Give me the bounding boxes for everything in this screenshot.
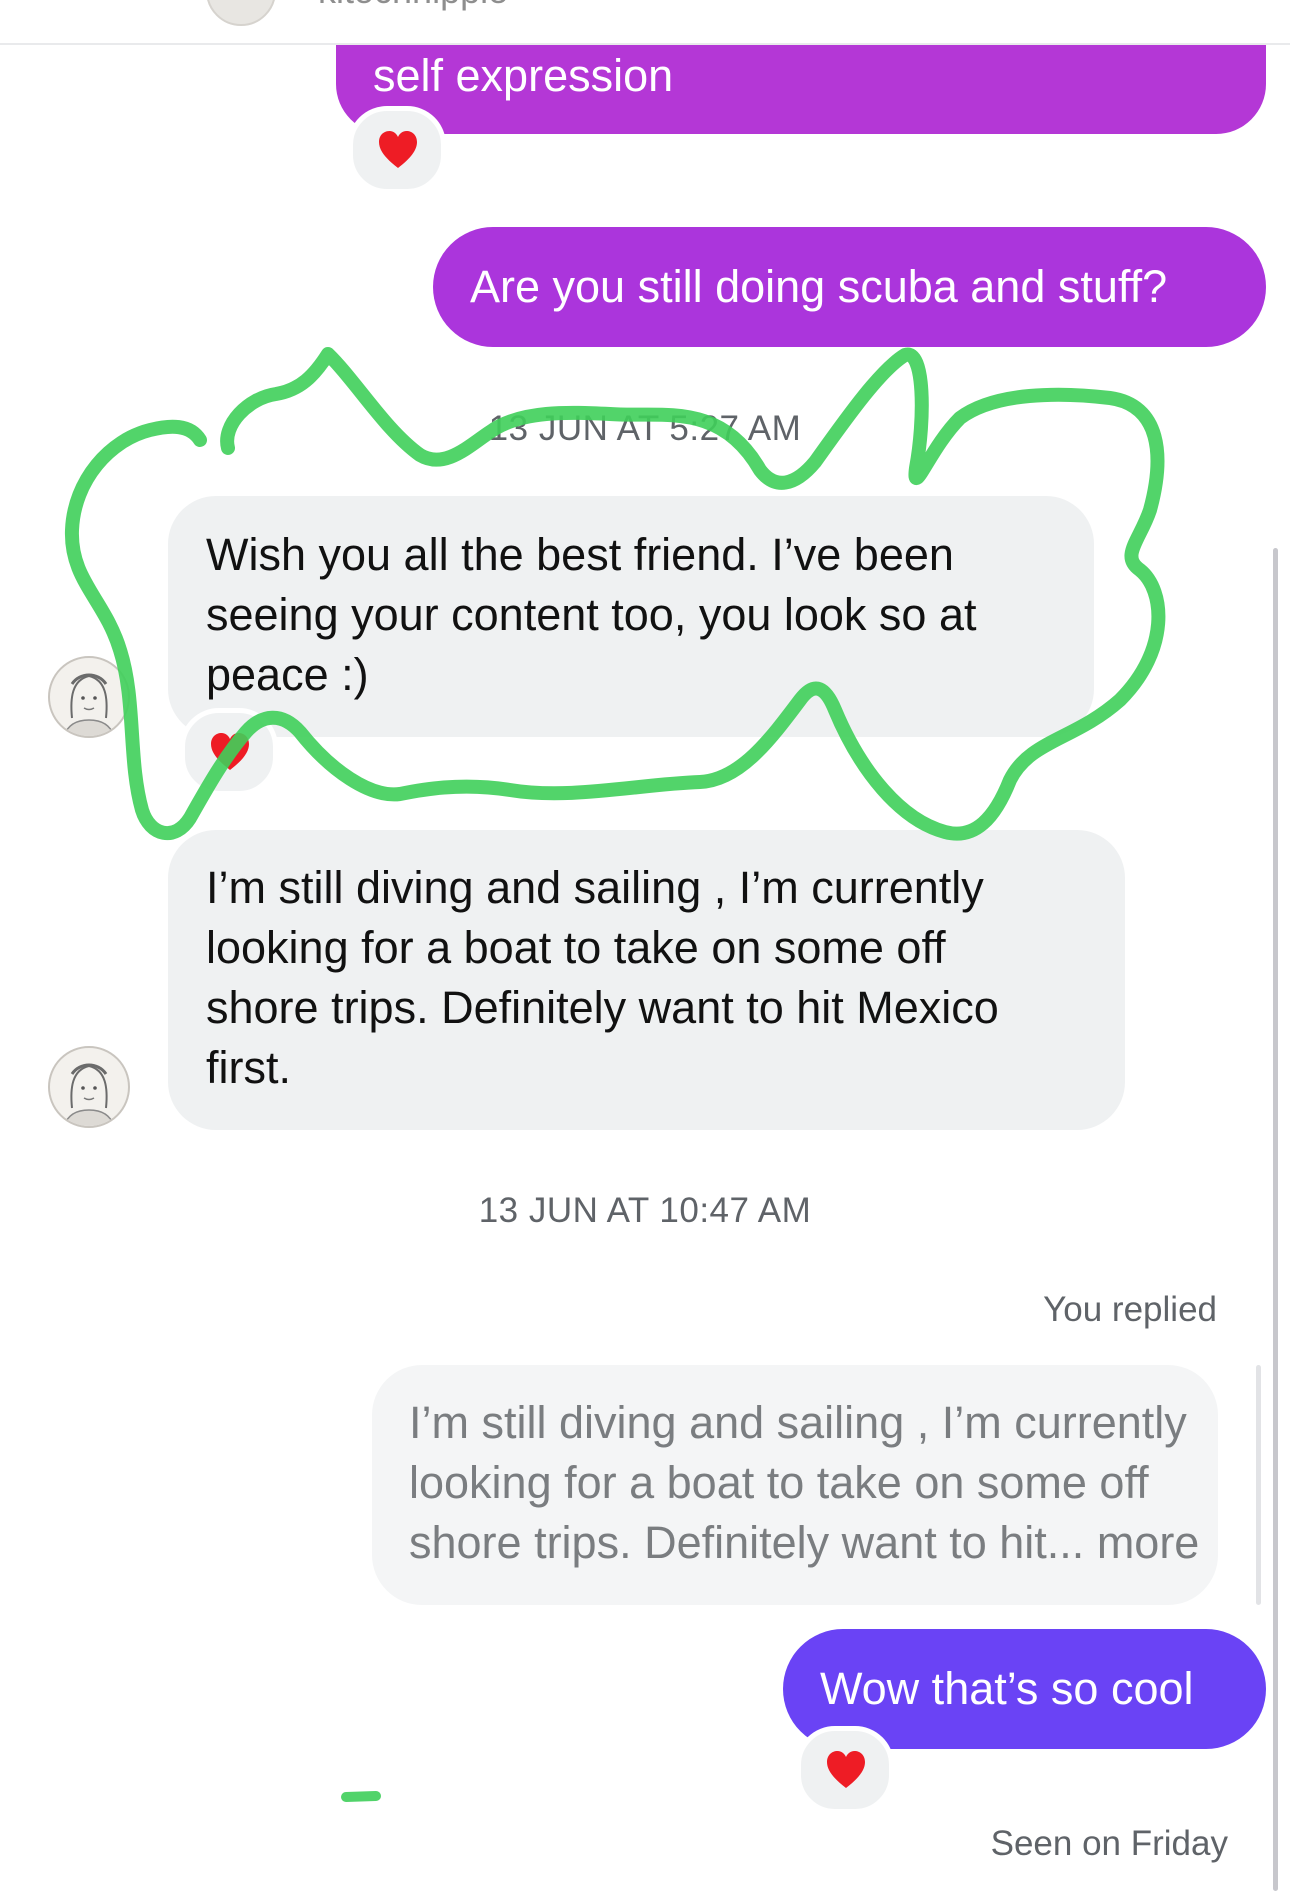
message-timestamp: 13 JUN AT 5:27 AM — [488, 409, 802, 448]
quoted-line: looking for a boat to take on some off — [409, 1457, 1149, 1508]
scrollbar[interactable] — [1273, 548, 1278, 1891]
quoted-line: I’m still diving and sailing , I’m curre… — [409, 1397, 1187, 1448]
message-line: seeing your content too, you look so at — [206, 589, 977, 640]
message-line: looking for a boat to take on some off — [206, 922, 946, 973]
chat-header: kitochhippie — [0, 0, 1290, 45]
message-reaction[interactable] — [180, 708, 278, 796]
message-text: self expression — [373, 50, 674, 101]
outgoing-message[interactable]: Are you still doing scuba and stuff? — [433, 227, 1266, 347]
secondary-scrollbar[interactable] — [1256, 1365, 1261, 1605]
message-reaction[interactable] — [348, 106, 446, 194]
message-timestamp: 13 JUN AT 10:47 AM — [478, 1191, 812, 1230]
contact-avatar[interactable] — [48, 1046, 130, 1128]
header-username[interactable]: kitochhippie — [318, 0, 508, 12]
reply-label: You replied — [1043, 1290, 1217, 1329]
header-avatar[interactable] — [206, 0, 276, 26]
contact-avatar[interactable] — [48, 656, 130, 738]
message-line: I’m still diving and sailing , I’m curre… — [206, 862, 984, 913]
message-line: shore trips. Definitely want to hit Mexi… — [206, 982, 999, 1033]
incoming-message[interactable]: I’m still diving and sailing , I’m curre… — [168, 830, 1125, 1130]
red-heart-icon — [827, 1751, 865, 1788]
quoted-truncated-text: shore trips. Definitely want to hit... — [409, 1517, 1085, 1568]
message-text: Wow that’s so cool — [820, 1663, 1194, 1714]
quoted-message[interactable]: I’m still diving and sailing , I’m curre… — [372, 1365, 1218, 1605]
incoming-message[interactable]: Wish you all the best friend. I’ve been … — [168, 496, 1094, 737]
seen-status: Seen on Friday — [990, 1824, 1228, 1863]
avatar-sketch-icon — [63, 673, 115, 736]
avatar-sketch-icon — [63, 1063, 115, 1126]
message-line: peace :) — [206, 649, 369, 700]
message-text: Are you still doing scuba and stuff? — [470, 261, 1168, 312]
red-heart-icon — [211, 733, 249, 770]
red-heart-icon — [379, 131, 417, 168]
message-line: first. — [206, 1042, 291, 1093]
message-line: Wish you all the best friend. I’ve been — [206, 529, 954, 580]
quoted-line: shore trips. Definitely want to hit... m… — [409, 1513, 1218, 1573]
more-link[interactable]: more — [1097, 1517, 1200, 1568]
message-reaction[interactable] — [796, 1726, 894, 1814]
